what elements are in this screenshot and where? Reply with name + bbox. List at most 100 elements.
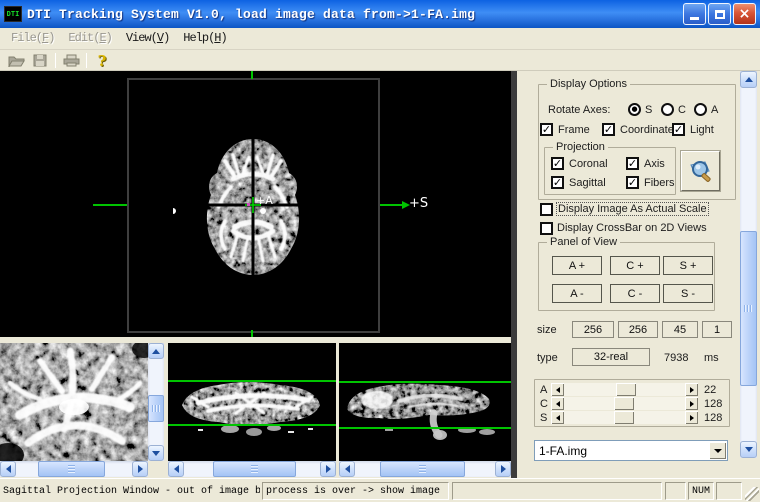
- coronal-checkbox[interactable]: ✓: [551, 157, 564, 170]
- s-minus-button[interactable]: S -: [663, 284, 713, 303]
- slider-right-button[interactable]: [685, 411, 698, 424]
- resize-grip[interactable]: [745, 487, 759, 501]
- menu-bar: File(F) Edit(E) View(V) Help(H): [0, 28, 760, 50]
- minimize-button[interactable]: [683, 3, 706, 25]
- actual-scale-label: Display Image As Actual Scale: [557, 203, 708, 215]
- menu-view[interactable]: View(V): [119, 29, 176, 48]
- scroll-left-button[interactable]: [0, 461, 16, 477]
- image-file-combobox[interactable]: 1-FA.img: [534, 440, 728, 461]
- axis-label: Axis: [644, 158, 665, 170]
- slider-left-button[interactable]: [551, 383, 564, 396]
- vscroll-thumb[interactable]: [148, 395, 164, 422]
- slider-track-a[interactable]: [564, 383, 685, 396]
- axis-checkbox[interactable]: ✓: [626, 157, 639, 170]
- slice-marker-line: [339, 427, 511, 429]
- help-icon: ?: [98, 52, 107, 70]
- maximize-button[interactable]: [708, 3, 731, 25]
- window-title: DTI Tracking System V1.0, load image dat…: [27, 7, 683, 22]
- c-minus-button[interactable]: C -: [610, 284, 660, 303]
- menu-help[interactable]: Help(H): [176, 29, 233, 48]
- hscroll-thumb[interactable]: [380, 461, 465, 477]
- coronal-2d-panel[interactable]: [168, 343, 336, 461]
- scroll-up-button[interactable]: [148, 343, 164, 359]
- radio-label-c: C: [678, 104, 686, 116]
- right-arrow-icon: [138, 465, 143, 473]
- app-window: DTI DTI Tracking System V1.0, load image…: [0, 0, 760, 502]
- a-plus-button[interactable]: A +: [552, 256, 602, 275]
- slider-track-c[interactable]: [564, 397, 685, 410]
- scroll-left-button[interactable]: [168, 461, 184, 477]
- slider-value-a: 22: [704, 384, 716, 396]
- vscroll-thumb[interactable]: [740, 231, 757, 386]
- axis-label-s: +S: [409, 196, 428, 211]
- scroll-down-button[interactable]: [148, 445, 164, 461]
- save-floppy-icon: [33, 54, 47, 67]
- crossbar-label: Display CrossBar on 2D Views: [557, 222, 707, 234]
- combobox-dropdown-button[interactable]: [709, 442, 726, 459]
- slider-left-button[interactable]: [551, 411, 564, 424]
- scroll-right-button[interactable]: [320, 461, 336, 477]
- scroll-up-button[interactable]: [740, 71, 757, 88]
- crossbar-checkbox[interactable]: [540, 222, 553, 235]
- slider-thumb-s[interactable]: [614, 411, 634, 424]
- slider-row-c: C 128: [540, 397, 722, 410]
- magnifier-icon: [687, 157, 715, 185]
- a-minus-button[interactable]: A -: [552, 284, 602, 303]
- main-3d-view[interactable]: +S +A: [0, 71, 511, 337]
- maximize-icon: [715, 10, 725, 19]
- right-arrow-icon: [690, 415, 694, 421]
- radio-rotate-s[interactable]: ●: [628, 103, 641, 116]
- right-arrow-icon: [326, 465, 331, 473]
- close-button[interactable]: ×: [733, 3, 756, 25]
- axial-2d-panel[interactable]: [0, 343, 148, 461]
- control-panel-vscrollbar[interactable]: [740, 71, 757, 458]
- axial-panel-vscrollbar[interactable]: [148, 343, 164, 461]
- radio-rotate-a[interactable]: [694, 103, 707, 116]
- coordinate-checkbox[interactable]: ✓: [602, 123, 615, 136]
- rotate-axes-label: Rotate Axes:: [548, 104, 610, 116]
- sagittal-panel-hscrollbar[interactable]: [339, 461, 511, 477]
- actual-scale-checkbox[interactable]: [540, 203, 553, 216]
- scroll-left-button[interactable]: [339, 461, 355, 477]
- slider-thumb-c[interactable]: [614, 397, 634, 410]
- slider-thumb-a[interactable]: [616, 383, 636, 396]
- status-message-left: Sagittal Projection Window - out of imag…: [3, 482, 260, 500]
- frame-checkbox[interactable]: ✓: [540, 123, 553, 136]
- light-checkbox[interactable]: ✓: [672, 123, 685, 136]
- size-y-value: 256: [618, 321, 658, 338]
- zoom-tool-button[interactable]: [681, 151, 720, 191]
- axis-tick-bottom: [251, 330, 253, 337]
- slice-marker-line: [168, 380, 336, 382]
- menu-edit: Edit(E): [61, 29, 118, 48]
- size-x-value: 256: [572, 321, 614, 338]
- slider-right-button[interactable]: [685, 383, 698, 396]
- sagittal-checkbox[interactable]: ✓: [551, 176, 564, 189]
- help-button[interactable]: ?: [90, 51, 114, 70]
- sagittal-2d-panel[interactable]: [339, 343, 511, 461]
- light-label: Light: [690, 124, 714, 136]
- slider-track-s[interactable]: [564, 411, 685, 424]
- type-value: 32-real: [572, 348, 650, 366]
- sagittal-label: Sagittal: [569, 177, 606, 189]
- size-t-value: 1: [702, 321, 732, 338]
- left-arrow-icon: [556, 387, 560, 393]
- slider-left-button[interactable]: [551, 397, 564, 410]
- coronal-panel-hscrollbar[interactable]: [168, 461, 336, 477]
- toolbar: ?: [0, 51, 760, 71]
- axis-tick-top: [251, 71, 253, 79]
- fibers-checkbox[interactable]: ✓: [626, 176, 639, 189]
- slider-label-c: C: [540, 398, 551, 410]
- scroll-right-button[interactable]: [132, 461, 148, 477]
- down-arrow-icon: [714, 449, 722, 453]
- axial-panel-hscrollbar[interactable]: [0, 461, 148, 477]
- thumb-grip: [68, 465, 75, 474]
- hscroll-thumb[interactable]: [213, 461, 296, 477]
- slider-right-button[interactable]: [685, 397, 698, 410]
- hscroll-thumb[interactable]: [38, 461, 105, 477]
- s-plus-button[interactable]: S +: [663, 256, 713, 275]
- radio-rotate-c[interactable]: [661, 103, 674, 116]
- scroll-right-button[interactable]: [495, 461, 511, 477]
- scroll-down-button[interactable]: [740, 441, 757, 458]
- toolbar-separator: [86, 53, 87, 68]
- c-plus-button[interactable]: C +: [610, 256, 660, 275]
